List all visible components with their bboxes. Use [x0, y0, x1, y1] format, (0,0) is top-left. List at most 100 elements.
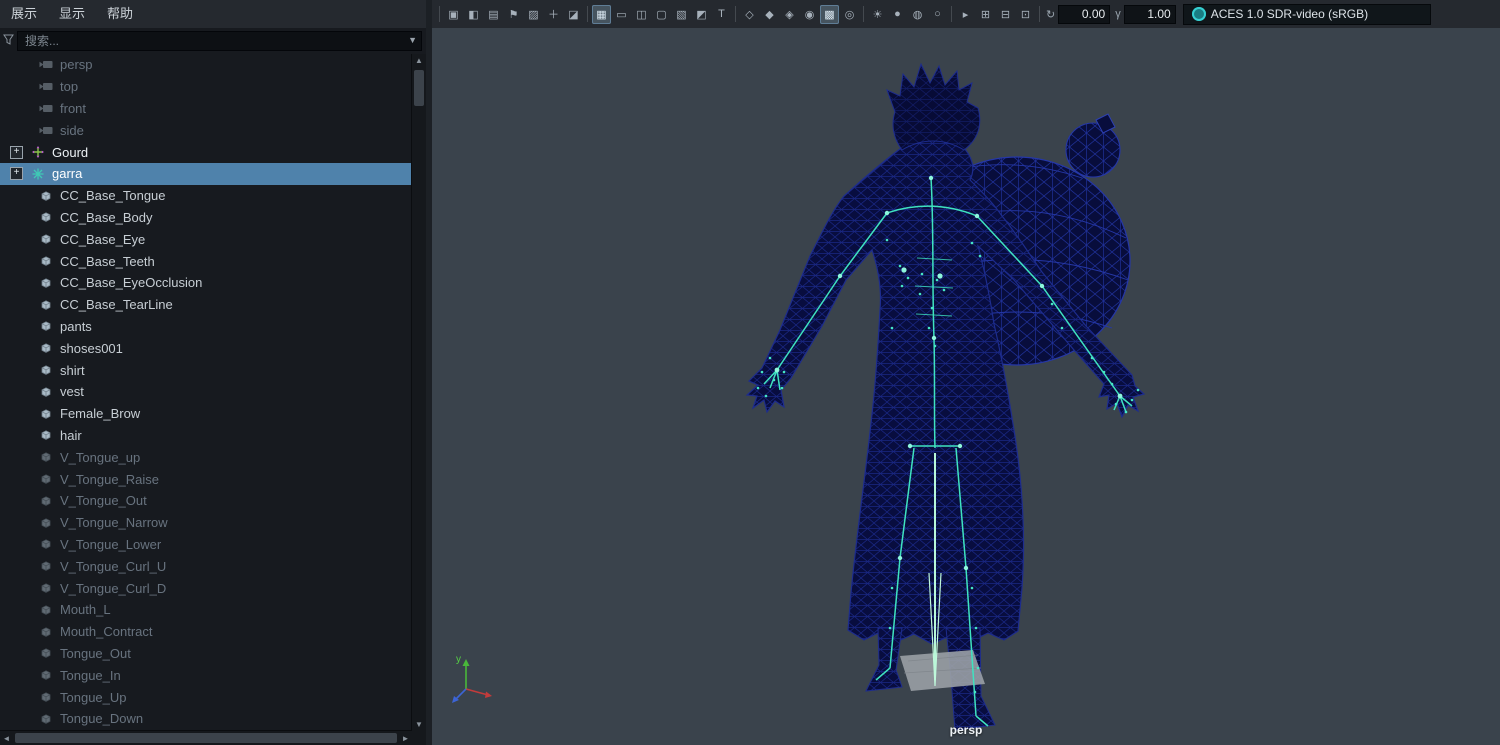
- grease-pencil-icon[interactable]: ◪: [564, 5, 583, 24]
- outliner-item-CC_Base_Tongue[interactable]: CC_Base_Tongue: [0, 185, 412, 207]
- mesh-icon: [38, 255, 54, 267]
- anti-alias-icon[interactable]: ○: [928, 5, 947, 24]
- image-plane-icon[interactable]: ▨: [524, 5, 543, 24]
- outliner-item-Tongue_Up[interactable]: Tongue_Up: [0, 686, 412, 708]
- search-filter-icon[interactable]: [2, 34, 15, 48]
- smooth-shade-icon[interactable]: ◆: [760, 5, 779, 24]
- exposure-icon[interactable]: ↻: [1046, 8, 1055, 21]
- outliner-item-Female_Brow[interactable]: Female_Brow: [0, 403, 412, 425]
- outliner-item-label: CC_Base_Tongue: [60, 188, 166, 204]
- wireframe-icon[interactable]: ◇: [740, 5, 759, 24]
- outliner-item-V_Tongue_Narrow[interactable]: V_Tongue_Narrow: [0, 512, 412, 534]
- outliner-item-Tongue_In[interactable]: Tongue_In: [0, 664, 412, 686]
- safe-title-icon[interactable]: T: [712, 5, 731, 24]
- mesh-icon: [38, 277, 54, 289]
- xray-icon[interactable]: ◎: [840, 5, 859, 24]
- outliner-item-Gourd[interactable]: + Gourd: [0, 141, 412, 163]
- scroll-right-arrow-icon[interactable]: ►: [399, 734, 412, 743]
- vertical-scroll-thumb[interactable]: [414, 70, 424, 106]
- outliner-item-Mouth_L[interactable]: Mouth_L: [0, 599, 412, 621]
- outliner-item-Tongue_Down[interactable]: Tongue_Down: [0, 708, 412, 730]
- outliner-horizontal-scrollbar[interactable]: ◄ ►: [0, 730, 412, 745]
- bookmark-icon[interactable]: ⚑: [504, 5, 523, 24]
- outliner-item-label: front: [60, 100, 87, 116]
- outliner-item-V_Tongue_Raise[interactable]: V_Tongue_Raise: [0, 468, 412, 490]
- use-default-material-icon[interactable]: ◉: [800, 5, 819, 24]
- outliner-item-CC_Base_EyeOcclusion[interactable]: CC_Base_EyeOcclusion: [0, 272, 412, 294]
- outliner-item-shoses001[interactable]: shoses001: [0, 337, 412, 359]
- character-wireframe[interactable]: [432, 28, 1500, 745]
- scrollbar-corner: [412, 731, 426, 745]
- menu-help[interactable]: 帮助: [96, 0, 144, 28]
- film-gate-icon[interactable]: ▭: [612, 5, 631, 24]
- mesh-icon: [38, 582, 54, 594]
- camera-attributes-icon[interactable]: ▤: [484, 5, 503, 24]
- search-box: ▼: [17, 31, 422, 51]
- outliner-item-label: Gourd: [52, 144, 89, 160]
- gamma-input[interactable]: [1123, 4, 1176, 24]
- mesh-icon: [38, 299, 54, 311]
- safe-action-icon[interactable]: ◩: [692, 5, 711, 24]
- mesh-icon: [38, 626, 54, 638]
- search-input[interactable]: [17, 31, 422, 51]
- snapshot-icon[interactable]: ⊡: [1016, 5, 1035, 24]
- grid-icon[interactable]: ▦: [592, 4, 611, 24]
- isolate-select-icon[interactable]: ▸: [956, 5, 975, 24]
- outliner-item-V_Tongue_Lower[interactable]: V_Tongue_Lower: [0, 534, 412, 556]
- mesh-icon: [38, 538, 54, 550]
- outliner-item-side[interactable]: side: [0, 119, 412, 141]
- outliner-vertical-scrollbar[interactable]: ▲ ▼: [411, 54, 426, 731]
- scroll-down-arrow-icon[interactable]: ▼: [412, 718, 426, 731]
- expand-toggle[interactable]: +: [10, 167, 23, 181]
- outliner-item-top[interactable]: top: [0, 76, 412, 98]
- pane-layout-icon[interactable]: ⊞: [976, 5, 995, 24]
- viewport[interactable]: y persp: [432, 28, 1500, 745]
- outliner-item-label: Female_Brow: [60, 406, 141, 422]
- gate-mask-icon[interactable]: ▢: [652, 5, 671, 24]
- gamma-icon[interactable]: γ: [1115, 8, 1121, 20]
- colorspace-dropdown[interactable]: ACES 1.0 SDR-video (sRGB): [1182, 3, 1431, 25]
- lock-camera-icon[interactable]: ◧: [464, 5, 483, 24]
- mesh-icon: [38, 211, 54, 223]
- outliner-item-vest[interactable]: vest: [0, 381, 412, 403]
- outliner-item-front[interactable]: front: [0, 98, 412, 120]
- scroll-left-arrow-icon[interactable]: ◄: [0, 734, 13, 743]
- outliner-item-V_Tongue_Out[interactable]: V_Tongue_Out: [0, 490, 412, 512]
- outliner-item-pants[interactable]: pants: [0, 316, 412, 338]
- mesh-icon: [38, 517, 54, 529]
- toolbar-separator: [1039, 6, 1040, 22]
- outliner-item-Tongue_Out[interactable]: Tongue_Out: [0, 643, 412, 665]
- outliner-item-CC_Base_Teeth[interactable]: CC_Base_Teeth: [0, 250, 412, 272]
- field-chart-icon[interactable]: ▧: [672, 5, 691, 24]
- 2d-pan-zoom-icon[interactable]: ＋: [544, 5, 563, 24]
- outliner-item-CC_Base_TearLine[interactable]: CC_Base_TearLine: [0, 294, 412, 316]
- shadows-icon[interactable]: ●: [888, 5, 907, 24]
- outliner-item-hair[interactable]: hair: [0, 425, 412, 447]
- menu-show[interactable]: 显示: [48, 0, 96, 28]
- outliner-item-CC_Base_Eye[interactable]: CC_Base_Eye: [0, 228, 412, 250]
- outliner-item-persp[interactable]: persp: [0, 54, 412, 76]
- outliner-item-shirt[interactable]: shirt: [0, 359, 412, 381]
- outliner-item-V_Tongue_up[interactable]: V_Tongue_up: [0, 446, 412, 468]
- toolbar-separator: [735, 6, 736, 22]
- lighting-icon[interactable]: ☀: [868, 5, 887, 24]
- resolution-gate-icon[interactable]: ◫: [632, 5, 651, 24]
- outliner-item-CC_Base_Body[interactable]: CC_Base_Body: [0, 207, 412, 229]
- outliner-item-V_Tongue_Curl_U[interactable]: V_Tongue_Curl_U: [0, 555, 412, 577]
- outliner-item-garra[interactable]: + garra: [0, 162, 412, 185]
- search-dropdown-arrow-icon[interactable]: ▼: [408, 35, 417, 45]
- horizontal-scroll-thumb[interactable]: [15, 733, 397, 743]
- outliner-item-Mouth_Contract[interactable]: Mouth_Contract: [0, 621, 412, 643]
- select-camera-icon[interactable]: ▣: [444, 5, 463, 24]
- wireframe-on-shaded-icon[interactable]: ▩: [820, 4, 839, 24]
- exposure-input[interactable]: [1058, 4, 1111, 24]
- outliner-item-label: Tongue_Down: [60, 711, 144, 727]
- expand-toggle[interactable]: +: [10, 145, 23, 159]
- outliner-item-label: Tongue_Out: [60, 645, 131, 661]
- ambient-occlusion-icon[interactable]: ◍: [908, 5, 927, 24]
- textured-icon[interactable]: ◈: [780, 5, 799, 24]
- split-view-icon[interactable]: ⊟: [996, 5, 1015, 24]
- scroll-up-arrow-icon[interactable]: ▲: [412, 54, 426, 67]
- menu-display[interactable]: 展示: [0, 0, 48, 28]
- outliner-item-V_Tongue_Curl_D[interactable]: V_Tongue_Curl_D: [0, 577, 412, 599]
